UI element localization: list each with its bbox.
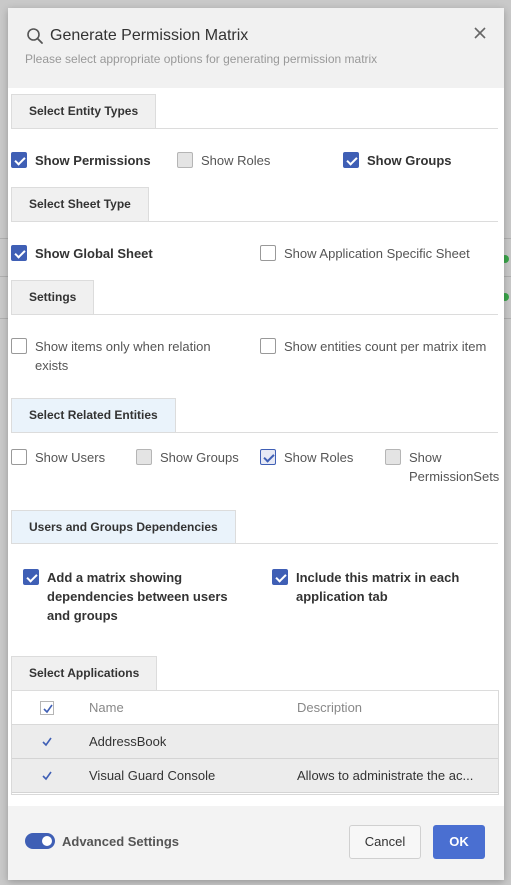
permission-matrix-dialog: Generate Permission Matrix Please select… xyxy=(8,8,504,880)
add-dependency-matrix-option[interactable]: Add a matrix showing dependencies between… xyxy=(23,568,228,625)
show-app-specific-sheet-option[interactable]: Show Application Specific Sheet xyxy=(260,244,470,263)
advanced-settings-label: Advanced Settings xyxy=(62,834,180,849)
dialog-subtitle: Please select appropriate options for ge… xyxy=(25,52,378,66)
show-permissions-option[interactable]: Show Permissions xyxy=(11,151,151,170)
applications-table: Name Description AddressBook Visual Guar… xyxy=(11,691,499,795)
tab-applications[interactable]: Select Applications xyxy=(11,656,158,690)
include-matrix-option[interactable]: Include this matrix in each application t… xyxy=(272,568,459,606)
show-items-relation-checkbox[interactable] xyxy=(11,338,27,354)
dialog-title: Generate Permission Matrix xyxy=(50,27,249,44)
show-users-option[interactable]: Show Users xyxy=(11,448,105,467)
show-groups-option[interactable]: Show Groups xyxy=(343,151,452,170)
include-matrix-checkbox[interactable] xyxy=(272,569,288,585)
show-roles-related-option[interactable]: Show Roles xyxy=(260,448,353,467)
ok-button[interactable]: OK xyxy=(433,825,485,859)
column-description[interactable]: Description xyxy=(297,691,362,725)
show-roles-option[interactable]: Show Roles xyxy=(177,151,270,170)
table-header: Name Description xyxy=(12,691,498,725)
show-global-sheet-option[interactable]: Show Global Sheet xyxy=(11,244,153,263)
show-entities-count-checkbox[interactable] xyxy=(260,338,276,354)
close-icon[interactable] xyxy=(472,25,488,41)
search-icon xyxy=(26,27,44,45)
tab-settings[interactable]: Settings xyxy=(11,280,95,314)
select-all-checkbox[interactable] xyxy=(40,701,54,715)
tab-related-entities[interactable]: Select Related Entities xyxy=(11,398,176,432)
table-row[interactable]: AddressBook xyxy=(12,725,498,759)
show-permissionsets-option[interactable]: Show PermissionSets xyxy=(385,448,499,486)
show-groups-checkbox[interactable] xyxy=(343,152,359,168)
show-items-relation-option[interactable]: Show items only when relation exists xyxy=(11,337,211,375)
row-name: Visual Guard Console xyxy=(89,768,216,783)
row-name: AddressBook xyxy=(89,734,167,749)
row-checkbox[interactable] xyxy=(40,769,54,783)
tab-dependencies[interactable]: Users and Groups Dependencies xyxy=(11,510,236,544)
show-roles-related-checkbox[interactable] xyxy=(260,449,276,465)
show-global-sheet-checkbox[interactable] xyxy=(11,245,27,261)
show-app-specific-sheet-checkbox[interactable] xyxy=(260,245,276,261)
column-name[interactable]: Name xyxy=(89,691,124,725)
dialog-header: Generate Permission Matrix Please select… xyxy=(8,8,504,88)
row-description: Allows to administrate the ac... xyxy=(297,768,474,783)
table-row[interactable]: Visual Guard Console Allows to administr… xyxy=(12,759,498,793)
tab-entity-types[interactable]: Select Entity Types xyxy=(11,94,157,128)
row-checkbox[interactable] xyxy=(40,735,54,749)
show-groups-related-option[interactable]: Show Groups xyxy=(136,448,239,467)
show-permissions-checkbox[interactable] xyxy=(11,152,27,168)
show-permissionsets-checkbox[interactable] xyxy=(385,449,401,465)
dialog-body: Select Entity Types Show Permissions Sho… xyxy=(8,88,504,806)
cancel-button[interactable]: Cancel xyxy=(349,825,421,859)
show-roles-checkbox[interactable] xyxy=(177,152,193,168)
add-dependency-matrix-checkbox[interactable] xyxy=(23,569,39,585)
dialog-footer: Advanced Settings Cancel OK xyxy=(8,806,504,880)
advanced-settings-toggle[interactable] xyxy=(25,833,55,849)
tab-sheet-type[interactable]: Select Sheet Type xyxy=(11,187,149,221)
show-groups-related-checkbox[interactable] xyxy=(136,449,152,465)
show-users-checkbox[interactable] xyxy=(11,449,27,465)
show-entities-count-option[interactable]: Show entities count per matrix item xyxy=(260,337,486,356)
